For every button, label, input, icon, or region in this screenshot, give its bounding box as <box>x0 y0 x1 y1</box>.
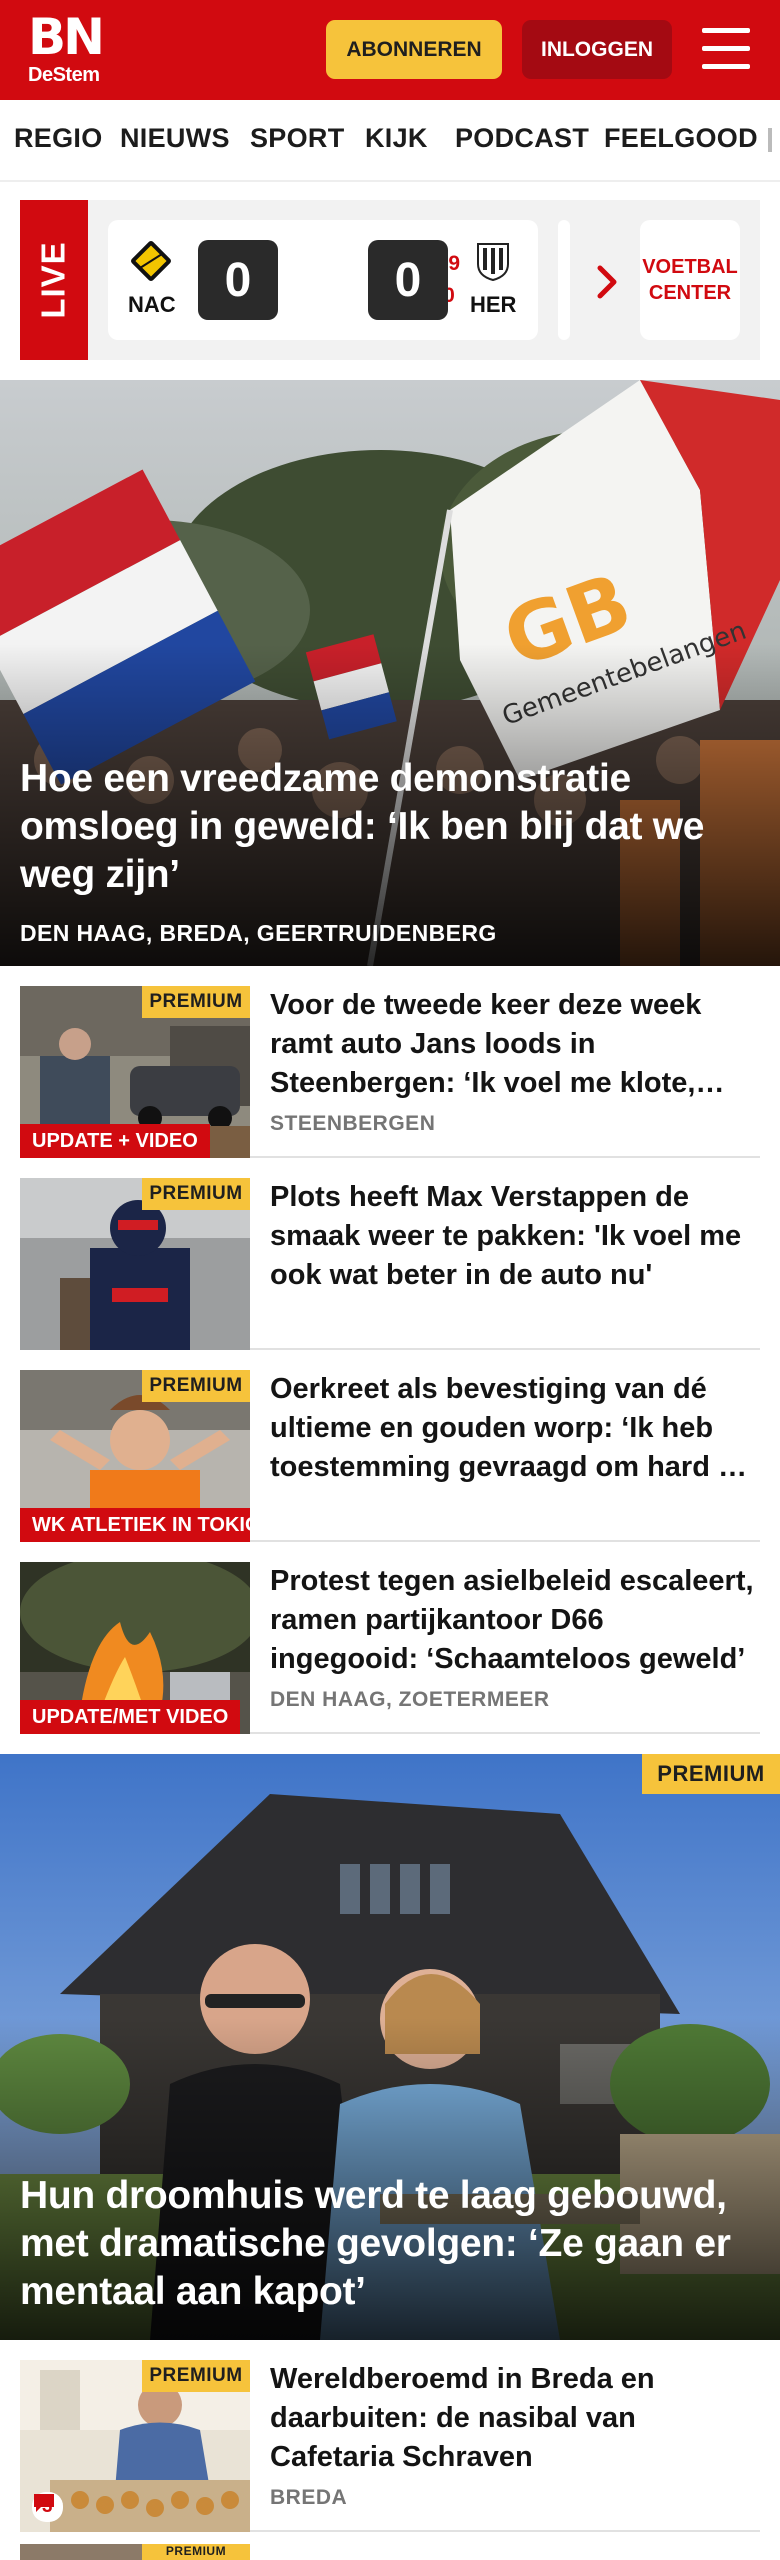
nav-item-feelgood[interactable]: FEELGOOD <box>604 123 758 154</box>
premium-badge: PREMIUM <box>142 2544 250 2560</box>
nav-item-sport[interactable]: SPORT <box>250 123 345 154</box>
home-score: 0 <box>198 240 278 320</box>
site-header: BN DeStem ABONNEREN INLOGGEN <box>0 0 780 100</box>
live-tab: LIVE <box>20 200 88 360</box>
nav-item-podcast[interactable]: PODCAST <box>455 123 589 154</box>
topic-label: WK ATLETIEK IN TOKIO <box>20 1508 250 1542</box>
list-item[interactable]: PREMIUM UPDATE + VIDEO Voor de tweede ke… <box>20 966 760 1158</box>
login-button[interactable]: INLOGGEN <box>522 20 672 79</box>
logo-sub: DeStem <box>28 64 100 86</box>
article-title[interactable]: Voor de tweede keer deze week ramt auto … <box>270 986 755 1103</box>
article-location: DEN HAAG, ZOETERMEER <box>270 1688 550 1711</box>
article-thumbnail: PREMIUM UPDATE + VIDEO <box>20 986 250 1158</box>
article-thumbnail: PREMIUM 3 <box>20 2360 250 2532</box>
premium-badge: PREMIUM <box>142 1178 250 1210</box>
update-label: UPDATE + VIDEO <box>20 1124 210 1158</box>
article-thumbnail: PREMIUM WK ATLETIEK IN TOKIO <box>20 1370 250 1542</box>
article-thumbnail: PREMIUM <box>20 1178 250 1350</box>
update-label: UPDATE/MET VIDEO <box>20 1700 241 1734</box>
heracles-crest-icon <box>477 243 509 282</box>
article-thumbnail: UPDATE/MET VIDEO <box>20 1562 250 1734</box>
subscribe-button[interactable]: ABONNEREN <box>326 20 502 79</box>
hero-title[interactable]: Hun droomhuis werd te laag gebouwd, met … <box>20 2172 756 2316</box>
away-team-name: HER <box>470 292 517 317</box>
article-location: STEENBERGEN <box>270 1112 436 1135</box>
premium-badge: PREMIUM <box>142 1370 250 1402</box>
voetbal-center-button[interactable]: VOETBAL CENTER <box>640 220 740 340</box>
nav-item-nieuws[interactable]: NIEUWS <box>120 123 230 154</box>
article-title[interactable]: Protest tegen asielbeleid escaleert, ram… <box>270 1562 755 1679</box>
nac-crest-icon <box>131 241 171 281</box>
list-item[interactable]: PREMIUM Plots heeft Max Verstappen de sm… <box>20 1158 760 1350</box>
live-label: LIVE <box>35 241 73 319</box>
comment-icon <box>34 2494 54 2512</box>
hero-article-demonstration[interactable]: GB Gemeentebelangen Hoe een vreedzame de… <box>0 380 780 966</box>
logo-main: BN <box>28 8 105 66</box>
premium-badge: PREMIUM <box>142 2360 250 2392</box>
article-title[interactable]: Wereldberoemd in Breda en daarbuiten: de… <box>270 2360 755 2477</box>
menu-icon[interactable] <box>700 26 752 72</box>
list-item[interactable]: UPDATE/MET VIDEO Protest tegen asielbele… <box>20 1542 760 1734</box>
premium-badge: PREMIUM <box>642 1754 780 1794</box>
match-card[interactable]: NAC 0 20 / 09 21:00 0 HER <box>108 220 538 340</box>
section-nav: REGIO NIEUWS SPORT KIJK PODCAST FEELGOOD <box>0 100 780 182</box>
hero-location: DEN HAAG, BREDA, GEERTRUIDENBERG <box>20 920 497 946</box>
premium-badge: PREMIUM <box>142 986 250 1018</box>
article-location: BREDA <box>270 2486 348 2509</box>
chevron-right-icon[interactable] <box>588 262 628 302</box>
article-title[interactable]: Oerkreet als bevestiging van dé ultieme … <box>270 1370 755 1487</box>
comment-count[interactable]: 3 <box>32 2492 63 2522</box>
hero-title[interactable]: Hoe een vreedzame demonstratie omsloeg i… <box>20 755 756 899</box>
nav-item-kijk[interactable]: KIJK <box>365 123 428 154</box>
nav-item-regio[interactable]: REGIO <box>14 123 103 154</box>
list-item[interactable]: PREMIUM WK ATLETIEK IN TOKIO Oerkreet al… <box>20 1350 760 1542</box>
next-match-card-peek <box>558 220 570 340</box>
away-score: 0 <box>368 240 448 320</box>
article-title[interactable]: Plots heeft Max Verstappen de smaak weer… <box>270 1178 755 1295</box>
nav-overflow-indicator <box>768 128 772 152</box>
home-team-name: NAC <box>128 292 176 317</box>
site-logo[interactable]: BN DeStem <box>28 12 118 90</box>
list-item-partial[interactable]: PREMIUM <box>20 2544 250 2560</box>
hero-article-dreamhouse[interactable]: PREMIUM Hun droomhuis werd te laag gebou… <box>0 1754 780 2340</box>
list-item[interactable]: PREMIUM 3 Wereldberoemd in Breda en daar… <box>20 2340 760 2532</box>
